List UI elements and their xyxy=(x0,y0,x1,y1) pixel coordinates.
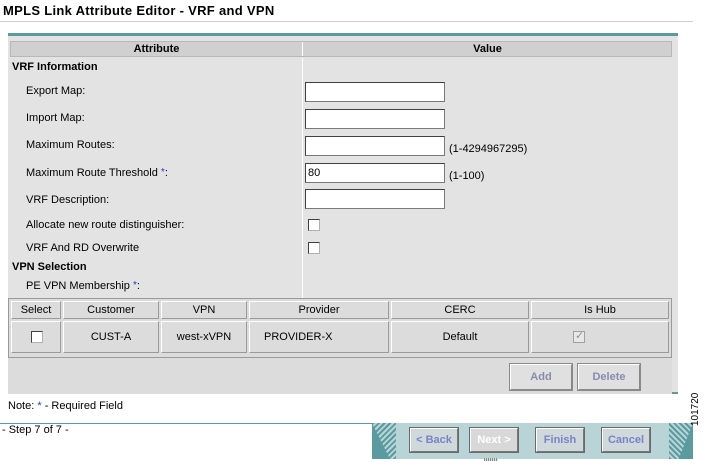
vrf-section-row: VRF Information xyxy=(8,61,678,81)
max-route-threshold-row: Maximum Route Threshold *: (1-100) xyxy=(8,163,678,183)
column-header-customer: Customer xyxy=(63,301,159,319)
export-map-input[interactable] xyxy=(305,82,445,102)
back-button[interactable]: < Back xyxy=(409,427,459,453)
vrf-description-label: VRF Description: xyxy=(26,194,110,206)
max-route-threshold-colon: : xyxy=(164,167,168,179)
step-indicator: - Step 7 of 7 - xyxy=(2,424,69,436)
allocate-rd-checkbox[interactable] xyxy=(308,219,320,231)
column-header-vpn: VPN xyxy=(161,301,247,319)
note-text: - Required Field xyxy=(41,400,123,412)
wizard-footer: - Step 7 of 7 - < Back Next > Finish Can… xyxy=(0,423,693,461)
export-map-label: Export Map: xyxy=(26,85,86,97)
vrf-rd-overwrite-label: VRF And RD Overwrite xyxy=(26,242,140,254)
nav-decoration-right xyxy=(669,423,693,459)
import-map-input[interactable] xyxy=(305,109,445,129)
figure-code: 101720 xyxy=(690,392,701,426)
row-select-checkbox[interactable] xyxy=(31,331,43,343)
pe-vpn-membership-text: PE VPN Membership xyxy=(26,280,133,292)
vrf-rd-overwrite-row: VRF And RD Overwrite xyxy=(8,239,678,259)
max-routes-range-hint: (1-4294967295) xyxy=(449,143,528,155)
vpn-membership-table: Select Customer VPN Provider CERC Is Hub… xyxy=(8,298,672,358)
vpn-cell: west-xVPN xyxy=(161,321,247,353)
import-map-label: Import Map: xyxy=(26,112,85,124)
window-title: MPLS Link Attribute Editor - VRF and VPN xyxy=(3,3,275,18)
resize-grip[interactable] xyxy=(484,458,498,461)
title-divider xyxy=(0,21,693,22)
max-route-threshold-label: Maximum Route Threshold *: xyxy=(26,167,168,179)
max-route-threshold-input[interactable] xyxy=(305,163,445,183)
is-hub-checkbox: ✓ xyxy=(573,330,585,343)
column-header-is-hub: Is Hub xyxy=(531,301,669,319)
allocate-rd-label: Allocate new route distinguisher: xyxy=(26,219,185,231)
vpn-section-row: VPN Selection xyxy=(8,261,678,281)
vrf-section-label: VRF Information xyxy=(12,61,98,73)
export-map-row: Export Map: xyxy=(8,82,678,102)
column-header-select: Select xyxy=(11,301,61,319)
vpn-section-label: VPN Selection xyxy=(12,261,87,273)
max-routes-row: Maximum Routes: (1-4294967295) xyxy=(8,136,678,156)
pe-vpn-membership-colon: : xyxy=(136,280,140,292)
max-routes-label: Maximum Routes: xyxy=(26,139,115,151)
checkmark-icon: ✓ xyxy=(575,330,585,342)
customer-cell: CUST-A xyxy=(63,321,159,353)
attribute-column-header: Attribute xyxy=(11,42,303,56)
import-map-row: Import Map: xyxy=(8,109,678,129)
allocate-rd-row: Allocate new route distinguisher: xyxy=(8,216,678,236)
max-route-threshold-range-hint: (1-100) xyxy=(449,170,485,182)
column-header-cerc: CERC xyxy=(391,301,529,319)
add-button[interactable]: Add xyxy=(509,363,573,391)
vrf-description-input[interactable] xyxy=(305,189,445,209)
required-note: Note: * - Required Field xyxy=(8,400,123,412)
max-route-threshold-text: Maximum Route Threshold xyxy=(26,167,161,179)
value-column-header: Value xyxy=(473,43,502,55)
attribute-panel: Attribute Value VRF Information Export M… xyxy=(8,33,678,394)
max-routes-input[interactable] xyxy=(305,136,445,156)
note-prefix: Note: xyxy=(8,400,38,412)
vrf-rd-overwrite-checkbox[interactable] xyxy=(308,242,320,254)
pe-vpn-membership-label: PE VPN Membership *: xyxy=(26,280,140,292)
row-select-cell xyxy=(11,321,61,353)
is-hub-cell: ✓ xyxy=(531,321,669,353)
table-header: Attribute Value xyxy=(10,41,672,57)
finish-button[interactable]: Finish xyxy=(535,427,585,453)
cerc-cell: Default xyxy=(391,321,529,353)
column-header-provider: Provider xyxy=(249,301,389,319)
table-actions: Add Delete xyxy=(8,358,672,394)
next-button[interactable]: Next > xyxy=(469,427,519,453)
pe-vpn-membership-row: PE VPN Membership *: xyxy=(8,280,678,300)
wizard-nav: < Back Next > Finish Cancel xyxy=(372,423,693,459)
vrf-description-row: VRF Description: xyxy=(8,189,678,209)
provider-cell: PROVIDER-X xyxy=(249,321,389,353)
delete-button[interactable]: Delete xyxy=(577,363,641,391)
cancel-button[interactable]: Cancel xyxy=(601,427,651,453)
